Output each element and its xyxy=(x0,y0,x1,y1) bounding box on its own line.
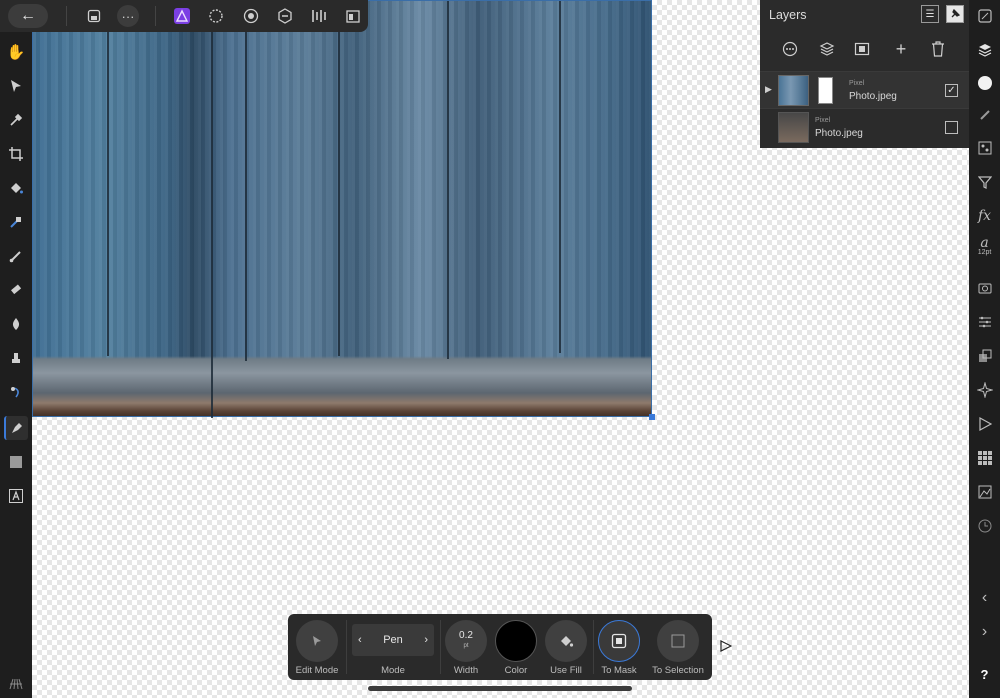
color-studio-icon[interactable] xyxy=(973,71,996,94)
brushes-studio-icon[interactable] xyxy=(973,103,996,126)
layer-type: Pixel xyxy=(815,117,831,124)
layers-panel: Layers ☰ + ▶ Pixel Photo.jpeg ✓ Pixel Ph… xyxy=(760,0,969,148)
dodge-tool-icon[interactable] xyxy=(4,312,28,336)
document-icon[interactable] xyxy=(83,5,105,27)
expand-arrow-icon[interactable]: ▶ xyxy=(765,84,772,95)
mode-next-icon[interactable]: › xyxy=(424,634,428,646)
clock-studio-icon[interactable] xyxy=(973,514,996,537)
layer-name: Photo.jpeg xyxy=(815,128,863,139)
mode-prev-icon[interactable]: ‹ xyxy=(358,634,362,646)
pen-tool-icon[interactable] xyxy=(4,416,28,440)
selection-brush-tool-icon[interactable] xyxy=(4,210,28,234)
add-mask-icon[interactable] xyxy=(849,37,875,61)
photo-persona-icon[interactable] xyxy=(171,5,193,27)
context-toolbar: Edit Mode ‹ Pen › Mode 0.2 pt Width Color… xyxy=(288,614,712,680)
layers-menu-icon[interactable]: ☰ xyxy=(921,5,939,23)
assistant-icon[interactable] xyxy=(342,5,364,27)
width-button[interactable]: 0.2 pt xyxy=(445,620,487,662)
to-mask-label: To Mask xyxy=(601,665,637,676)
clone-tool-icon[interactable] xyxy=(4,346,28,370)
more-button[interactable]: ··· xyxy=(117,5,139,27)
mode-label: Mode xyxy=(381,665,405,676)
swatches-studio-icon[interactable] xyxy=(973,446,996,469)
text-studio-icon[interactable]: a 12pt xyxy=(973,236,996,259)
fill-tool-icon[interactable] xyxy=(4,176,28,200)
mode-value: Pen xyxy=(383,634,403,646)
layer-options-icon[interactable] xyxy=(777,37,803,61)
chevron-left-icon[interactable]: ‹ xyxy=(973,586,996,609)
to-selection-label: To Selection xyxy=(652,665,704,676)
back-button[interactable]: ← xyxy=(8,4,48,28)
export-persona-icon[interactable] xyxy=(308,5,330,27)
width-value: 0.2 xyxy=(459,630,473,641)
develop-persona-icon[interactable] xyxy=(240,5,262,27)
edit-mode-button[interactable] xyxy=(296,620,338,662)
selection-handle[interactable] xyxy=(649,414,655,420)
to-selection-button[interactable] xyxy=(657,620,699,662)
tools-panel: ✋ xyxy=(0,32,32,698)
color-picker-tool-icon[interactable] xyxy=(4,108,28,132)
layers-studio-icon[interactable] xyxy=(973,38,996,61)
layer-type: Pixel xyxy=(849,80,865,87)
mask-thumbnail xyxy=(818,77,833,104)
to-mask-button[interactable] xyxy=(598,620,640,662)
layer-name: Photo.jpeg xyxy=(849,91,897,102)
layer-visibility-checkbox[interactable]: ✓ xyxy=(945,84,958,97)
navigator-icon[interactable] xyxy=(973,4,996,27)
studio-bar: fx a 12pt ‹ › ? xyxy=(969,0,1000,698)
shape-tool-icon[interactable] xyxy=(4,450,28,474)
tone-mapping-persona-icon[interactable] xyxy=(274,5,296,27)
color-label: Color xyxy=(504,665,528,676)
help-icon[interactable]: ? xyxy=(973,663,996,686)
home-indicator xyxy=(368,686,632,691)
use-fill-button[interactable] xyxy=(545,620,587,662)
adjustments-studio-icon[interactable] xyxy=(973,170,996,193)
hand-tool-icon[interactable]: ✋ xyxy=(4,40,28,64)
layer-row[interactable]: ▶ Pixel Photo.jpeg ✓ xyxy=(760,71,969,108)
stock-studio-icon[interactable] xyxy=(973,480,996,503)
macro-studio-icon[interactable] xyxy=(973,412,996,435)
crop-tool-icon[interactable] xyxy=(4,142,28,166)
expand-toolbar-icon[interactable] xyxy=(720,640,733,655)
group-layers-icon[interactable] xyxy=(814,37,840,61)
history-studio-icon[interactable] xyxy=(973,344,996,367)
effects-studio-icon[interactable]: fx xyxy=(973,204,996,227)
mode-selector[interactable]: ‹ Pen › xyxy=(352,624,434,656)
add-layer-icon[interactable]: + xyxy=(888,37,914,61)
pin-panel-icon[interactable] xyxy=(946,5,964,23)
layer-thumbnail xyxy=(778,112,809,143)
delete-layer-icon[interactable] xyxy=(925,37,951,61)
layers-actions: + xyxy=(760,29,969,69)
healing-tool-icon[interactable] xyxy=(4,380,28,404)
chevron-right-icon[interactable]: › xyxy=(973,620,996,643)
width-unit: pt xyxy=(463,643,469,649)
width-label: Width xyxy=(453,665,479,676)
text-tool-icon[interactable] xyxy=(4,484,28,508)
move-tool-icon[interactable] xyxy=(4,74,28,98)
liquify-persona-icon[interactable] xyxy=(205,5,227,27)
paint-brush-tool-icon[interactable] xyxy=(4,244,28,268)
edit-mode-label: Edit Mode xyxy=(295,665,339,676)
transform-studio-icon[interactable] xyxy=(973,310,996,333)
channels-studio-icon[interactable] xyxy=(973,136,996,159)
stroke-color-swatch[interactable] xyxy=(495,620,537,662)
photo-layer[interactable] xyxy=(32,0,652,418)
top-toolbar: ← ··· xyxy=(0,0,368,32)
navigator-studio-icon[interactable] xyxy=(973,378,996,401)
text-size-label: 12pt xyxy=(977,248,992,256)
layer-visibility-checkbox[interactable] xyxy=(945,121,958,134)
use-fill-label: Use Fill xyxy=(550,665,582,676)
layer-thumbnail xyxy=(778,75,809,106)
grid-icon[interactable] xyxy=(4,672,28,696)
layer-row[interactable]: Pixel Photo.jpeg xyxy=(760,108,969,145)
erase-brush-tool-icon[interactable] xyxy=(4,278,28,302)
snapshots-studio-icon[interactable] xyxy=(973,276,996,299)
